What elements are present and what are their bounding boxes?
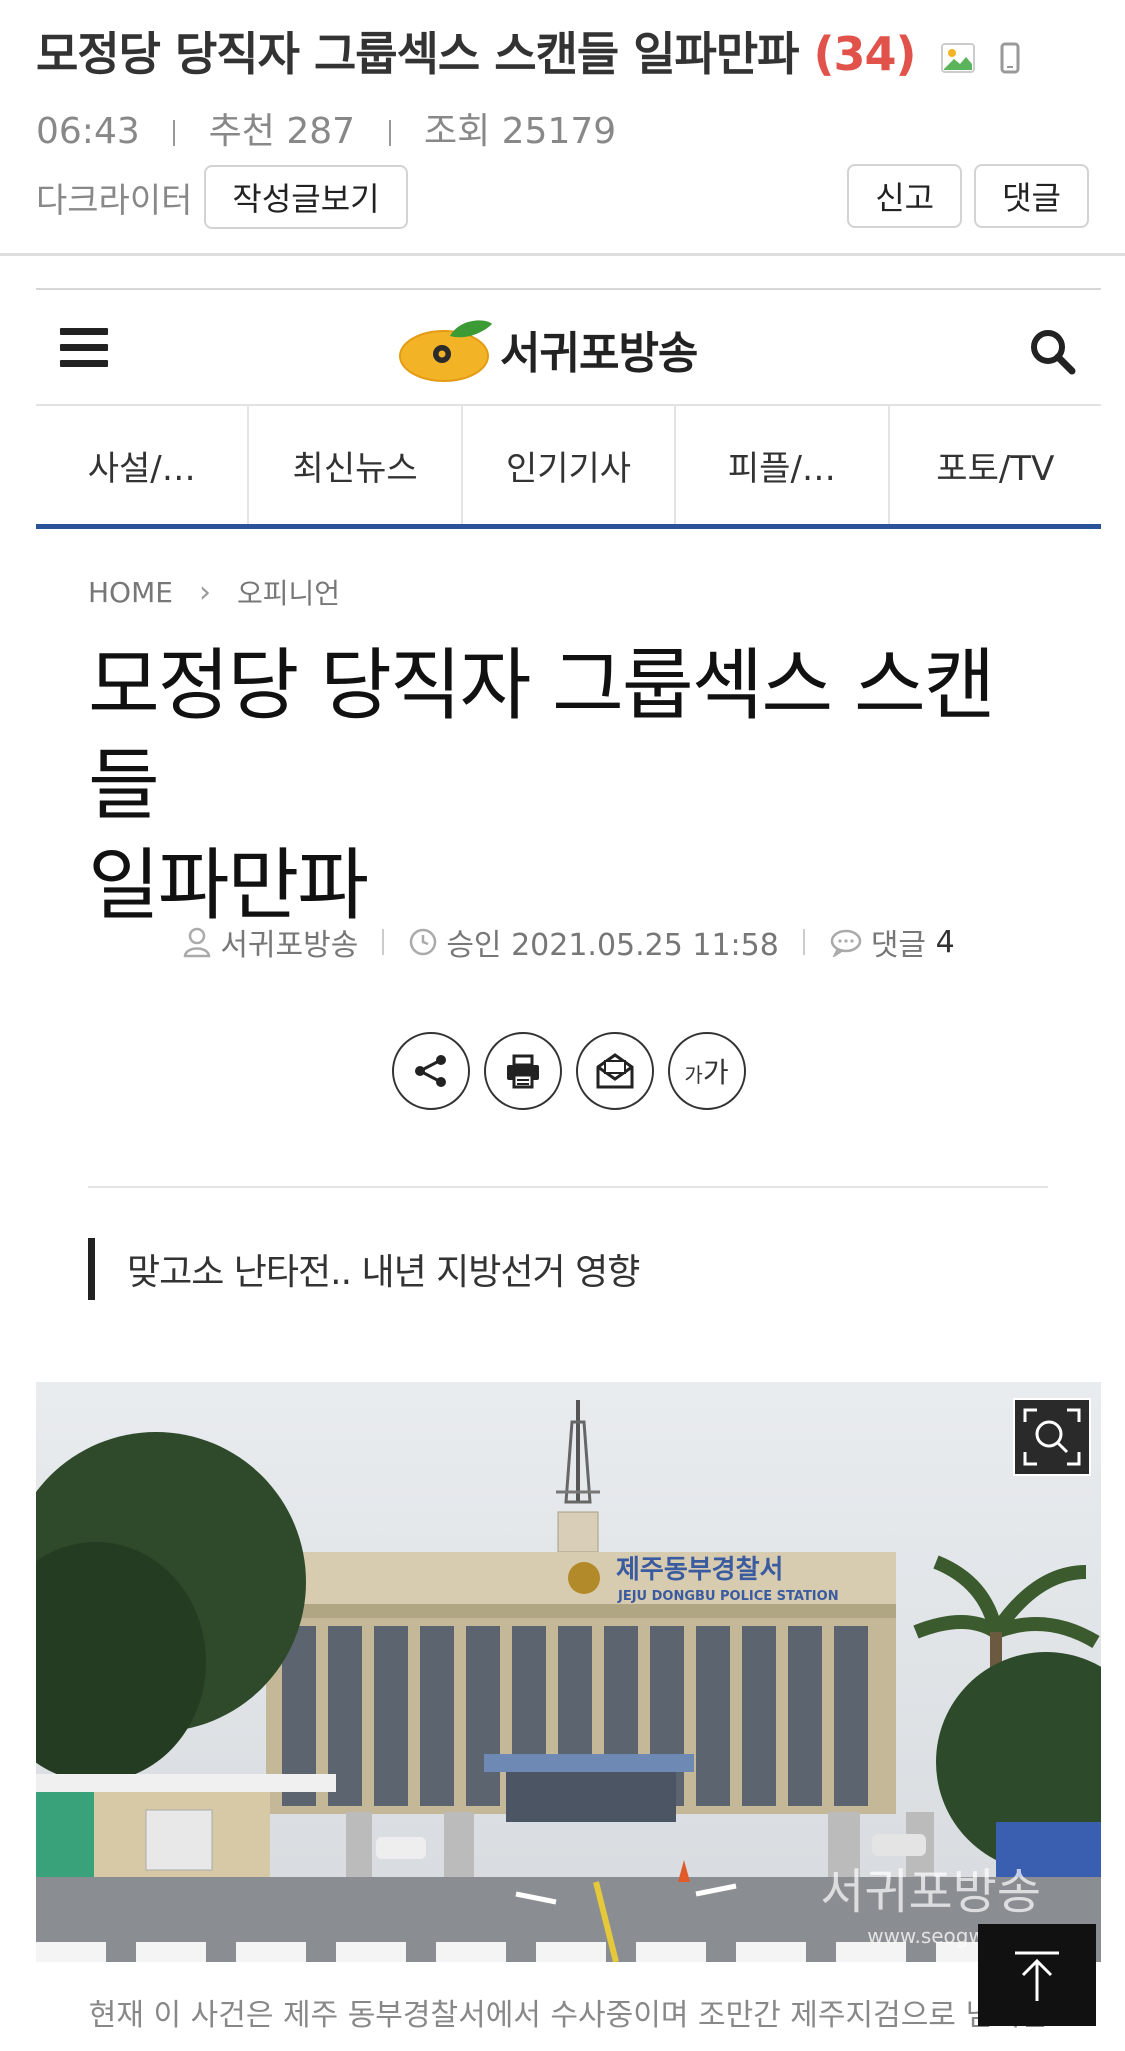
chevron-right-icon: › <box>198 574 211 610</box>
meta-divider <box>173 120 176 146</box>
menu-icon[interactable] <box>60 328 108 368</box>
print-icon <box>506 1054 539 1089</box>
font-size-button[interactable]: 가가 <box>667 1032 746 1110</box>
article-title-line1: 모정당 당직자 그룹섹스 스캔들 <box>88 641 996 831</box>
byline-approved: 승인 2021.05.25 11:58 <box>446 928 779 963</box>
news-top-bar: 서귀포방송 <box>36 290 1101 406</box>
logo-mark-icon <box>399 320 492 382</box>
byline-author: 서귀포방송 <box>220 928 359 963</box>
article-subtitle: 맞고소 난타전.. 내년 지방선거 영향 <box>88 1238 640 1300</box>
news-article: 서귀포방송 사설/… 최신뉴스 인기기사 피플/… 포토/TV HOME › 오… <box>36 288 1101 2051</box>
sign-korean: 제주동부경찰서 <box>616 1555 783 1585</box>
view-count: 조회 25179 <box>423 111 617 152</box>
article-title: 모정당 당직자 그룹섹스 스캔들 일파만파 <box>88 636 1048 936</box>
photo-caption: 현재 이 사건은 제주 동부경찰서에서 수사중이며 조만간 제주지검으로 넘어갈 <box>88 1998 1049 2033</box>
divider <box>88 1186 1048 1188</box>
font-size-label: 가가 <box>684 1051 728 1091</box>
comment-button[interactable]: 댓글 <box>974 164 1089 228</box>
nav-item-people[interactable]: 피플/… <box>676 406 890 524</box>
breadcrumb-home[interactable]: HOME <box>88 576 173 609</box>
post-actions: 신고 댓글 <box>847 164 1089 228</box>
author-name[interactable]: 다크라이터 <box>36 173 192 222</box>
logo-text: 서귀포방송 <box>500 328 698 379</box>
view-posts-button[interactable]: 작성글보기 <box>204 165 408 229</box>
user-icon <box>183 927 211 958</box>
article-photo[interactable]: 제주동부경찰서 JEJU DONGBU POLICE STATION 서귀포방송… <box>36 1382 1101 1962</box>
font-size-small: 가 <box>684 1063 703 1087</box>
post-title-text: 모정당 당직자 그룹섹스 스캔들 일파만파 <box>36 27 799 81</box>
post-meta: 06:43 추천 287 조회 25179 <box>36 102 616 154</box>
byline-divider <box>382 929 385 955</box>
nav-item-popular[interactable]: 인기기사 <box>463 406 677 524</box>
post-time: 06:43 <box>36 111 140 152</box>
zoom-icon <box>1023 1408 1081 1466</box>
comment-count[interactable]: (34) <box>814 27 917 81</box>
divider <box>0 253 1125 256</box>
email-icon <box>596 1053 633 1089</box>
category-nav: 사설/… 최신뉴스 인기기사 피플/… 포토/TV <box>36 406 1101 529</box>
arrow-up-icon <box>1015 1951 1059 2001</box>
post-header: 모정당 당직자 그룹섹스 스캔들 일파만파 (34) 06:43 추천 287 … <box>0 0 1125 256</box>
site-logo[interactable]: 서귀포방송 <box>398 314 698 384</box>
recommend-count: 추천 287 <box>208 111 356 152</box>
print-button[interactable] <box>483 1032 562 1110</box>
search-icon[interactable] <box>1027 326 1077 376</box>
comment-bubble-icon <box>830 929 862 957</box>
byline-comments-label[interactable]: 댓글 <box>871 920 926 964</box>
zoom-button[interactable] <box>1013 1398 1091 1476</box>
post-title: 모정당 당직자 그룹섹스 스캔들 일파만파 (34) <box>36 18 1020 84</box>
sign-english: JEJU DONGBU POLICE STATION <box>617 1589 839 1604</box>
mobile-icon <box>1000 42 1020 73</box>
email-button[interactable] <box>575 1032 654 1110</box>
nav-item-latest[interactable]: 최신뉴스 <box>249 406 463 524</box>
breadcrumb-section[interactable]: 오피니언 <box>237 572 340 612</box>
nav-item-photo-tv[interactable]: 포토/TV <box>890 406 1101 524</box>
clock-icon <box>410 928 437 956</box>
article-title-line2: 일파만파 <box>88 841 369 931</box>
share-icon <box>414 1055 446 1087</box>
meta-divider <box>388 120 391 146</box>
breadcrumb: HOME › 오피니언 <box>88 572 340 612</box>
share-button[interactable] <box>391 1032 470 1110</box>
article-tools: 가가 <box>36 1032 1101 1110</box>
font-size-large: 가 <box>702 1056 729 1089</box>
scroll-to-top-button[interactable] <box>978 1924 1096 2026</box>
nav-item-editorial[interactable]: 사설/… <box>36 406 250 524</box>
byline-comments-count[interactable]: 4 <box>936 925 955 960</box>
photo-watermark: 서귀포방송 <box>820 1864 1041 1920</box>
article-byline: 서귀포방송 승인 2021.05.25 11:58 댓글 4 <box>36 920 1101 964</box>
report-button[interactable]: 신고 <box>847 164 963 228</box>
byline-divider <box>802 929 805 955</box>
image-attachment-icon <box>940 42 975 73</box>
author-row: 다크라이터 작성글보기 <box>36 164 408 230</box>
